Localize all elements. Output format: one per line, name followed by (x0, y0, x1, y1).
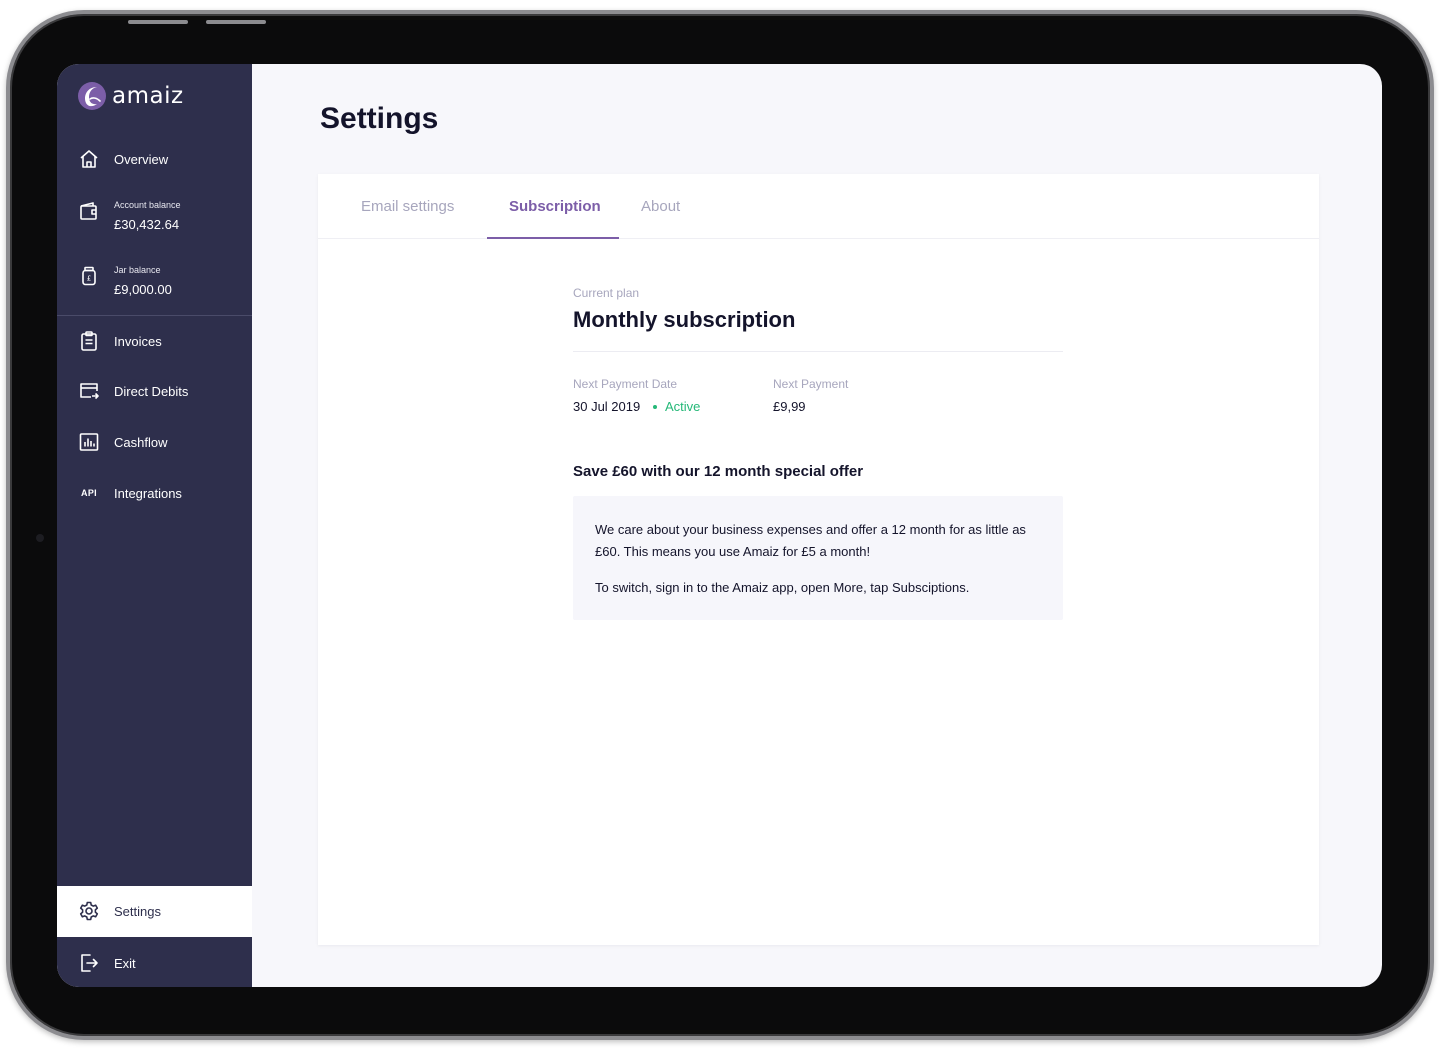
jar-balance-value: £9,000.00 (114, 282, 172, 297)
offer-box: We care about your business expenses and… (573, 496, 1063, 620)
sidebar-item-label: Direct Debits (114, 384, 189, 399)
tab-email-settings[interactable]: Email settings (361, 198, 454, 215)
volume-button (206, 20, 266, 24)
sidebar-item-label: Settings (114, 904, 161, 919)
amaiz-logo-icon (78, 82, 106, 110)
sidebar-item-direct-debits[interactable]: Direct Debits (57, 376, 252, 406)
plan-name: Monthly subscription (573, 307, 796, 332)
svg-text:£: £ (87, 275, 91, 283)
sidebar-item-label: Exit (114, 956, 136, 971)
offer-title: Save £60 with our 12 month special offer (573, 463, 864, 480)
brand-name: amaiz (112, 83, 184, 109)
card-transfer-icon (78, 380, 100, 402)
sidebar-item-exit[interactable]: Exit (57, 948, 252, 978)
tab-about[interactable]: About (641, 198, 680, 215)
next-payment-value: £9,99 (773, 399, 806, 414)
sidebar-item-cashflow[interactable]: Cashflow (57, 427, 252, 457)
active-tab-indicator (487, 237, 619, 239)
sidebar-item-label: Overview (114, 152, 169, 167)
tab-subscription[interactable]: Subscription (509, 198, 601, 215)
sidebar-item-overview[interactable]: Overview (57, 144, 252, 174)
sidebar-divider (57, 315, 252, 316)
next-payment-label: Next Payment (773, 377, 849, 391)
sidebar-item-invoices[interactable]: Invoices (57, 326, 252, 356)
jar-icon: £ (78, 265, 100, 287)
clipboard-icon (78, 330, 100, 352)
status-text: Active (665, 399, 701, 414)
sidebar-item-integrations[interactable]: API Integrations (57, 478, 252, 508)
sidebar-item-label: Cashflow (114, 435, 168, 450)
sidebar-item-label: Integrations (114, 486, 182, 501)
sidebar-item-jar-balance[interactable]: £ Jar balance £9,000.00 (57, 261, 252, 301)
jar-balance-label: Jar balance (114, 265, 161, 275)
next-payment-date-value: 30 Jul 2019 (573, 399, 641, 414)
offer-description: We care about your business expenses and… (595, 522, 1026, 559)
status-badge: Active (653, 399, 700, 414)
bar-chart-icon (78, 431, 100, 453)
plan-divider (573, 351, 1063, 352)
camera-dot (36, 534, 44, 542)
sidebar-item-label: Invoices (114, 334, 162, 349)
current-plan-label: Current plan (573, 286, 640, 300)
settings-tabs: Email settings Subscription About (318, 174, 1319, 239)
sidebar: amaiz Overview Account balance £30,432.6… (57, 64, 252, 987)
sidebar-item-settings[interactable]: Settings (57, 886, 252, 937)
next-payment-date-label: Next Payment Date (573, 377, 678, 391)
app-screen: amaiz Overview Account balance £30,432.6… (57, 64, 1382, 987)
volume-button (128, 20, 188, 24)
wallet-icon (78, 200, 100, 222)
logout-icon (78, 952, 100, 974)
offer-instructions: To switch, sign in to the Amaiz app, ope… (595, 580, 970, 595)
page-title: Settings (320, 102, 439, 135)
status-dot-icon (653, 404, 657, 409)
home-icon (78, 148, 100, 170)
brand-logo[interactable]: amaiz (78, 82, 184, 110)
sidebar-item-account-balance[interactable]: Account balance £30,432.64 (57, 196, 252, 236)
account-balance-label: Account balance (114, 200, 181, 210)
api-icon-text: API (81, 488, 97, 498)
account-balance-value: £30,432.64 (114, 217, 180, 232)
settings-card: Email settings Subscription About Curren… (318, 174, 1319, 945)
gear-icon (78, 900, 100, 922)
api-icon: API (78, 482, 100, 504)
